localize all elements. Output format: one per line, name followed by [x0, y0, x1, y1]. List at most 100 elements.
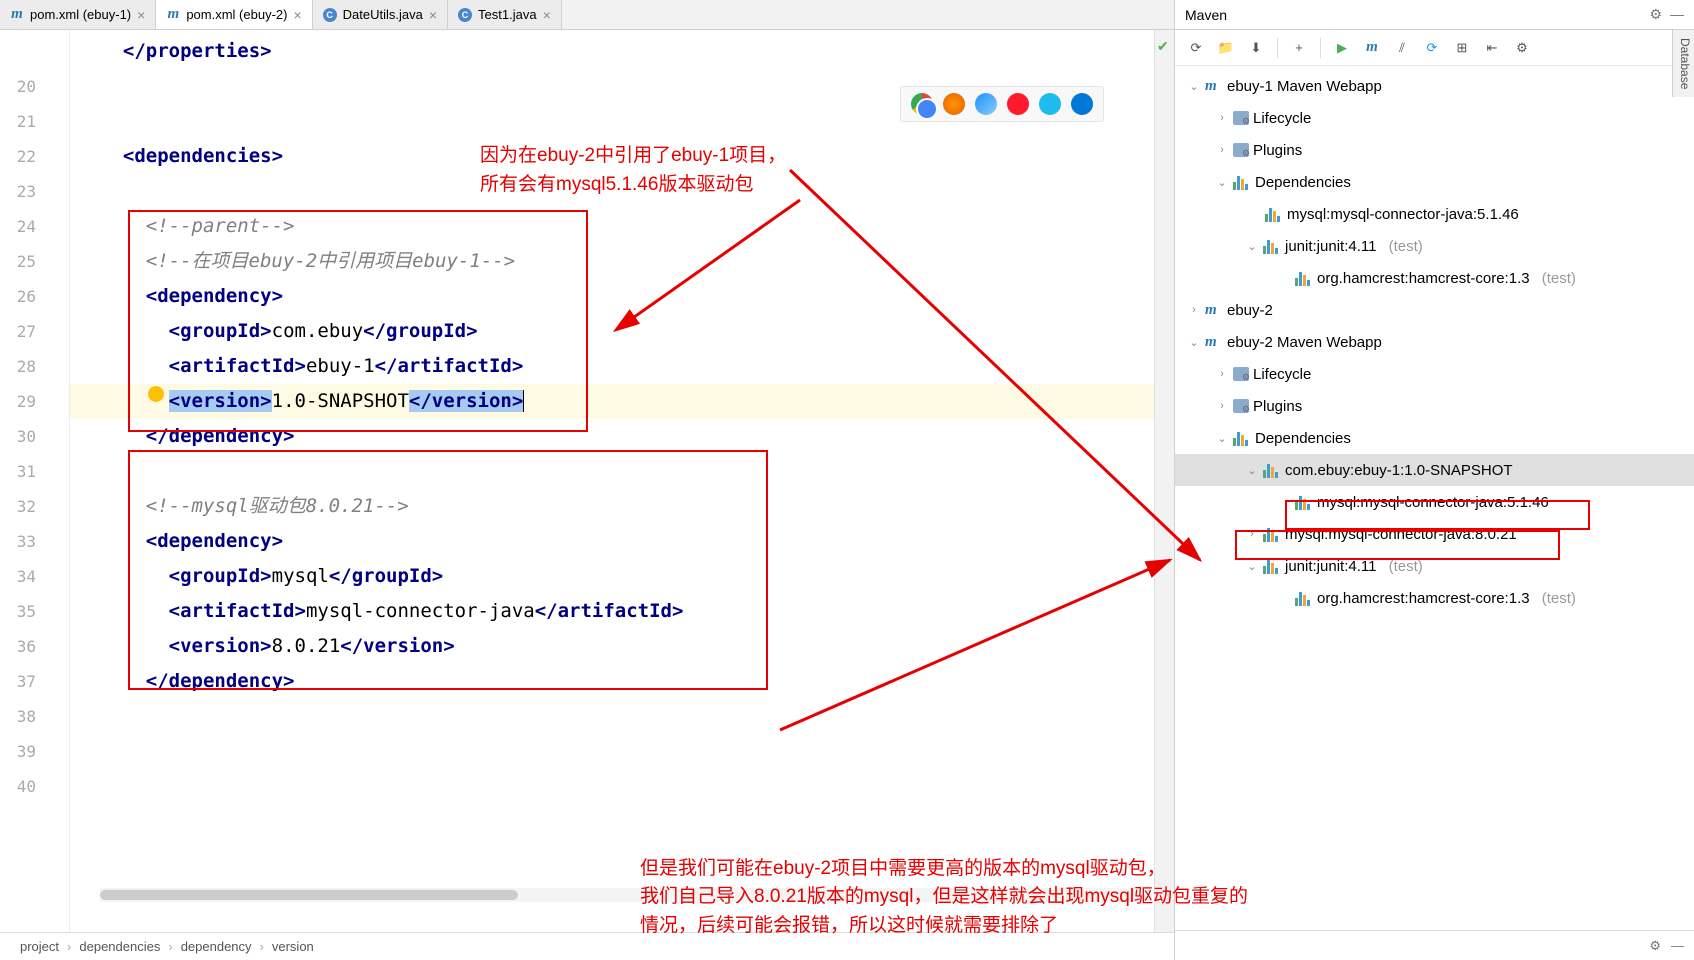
- tree-label: mysql:mysql-connector-java:5.1.46: [1287, 206, 1519, 223]
- folder-icon: [1233, 111, 1249, 125]
- annotation-text: 但是我们可能在ebuy-2项目中需要更高的版本的mysql驱动包， 我们自己导入…: [640, 855, 1248, 941]
- panel-title: Maven: [1185, 7, 1227, 23]
- breadcrumb-item[interactable]: version: [272, 939, 314, 954]
- tree-label: Plugins: [1253, 142, 1302, 159]
- annotation-box: [128, 210, 588, 432]
- tree-label: ebuy-2 Maven Webapp: [1227, 334, 1382, 351]
- close-icon[interactable]: ×: [543, 7, 551, 23]
- maven-tree[interactable]: ⌄mebuy-1 Maven Webapp ›Lifecycle ›Plugin…: [1175, 66, 1694, 930]
- annotation-box: [128, 450, 768, 690]
- tree-node-project[interactable]: ⌄mebuy-1 Maven Webapp: [1175, 70, 1694, 102]
- add-project-icon[interactable]: 📁: [1213, 35, 1239, 61]
- tree-label: junit:junit:4.11: [1285, 238, 1376, 255]
- xml-tag: >: [272, 145, 283, 167]
- download-icon[interactable]: ⬇: [1243, 35, 1269, 61]
- tree-node-project[interactable]: ⌄mebuy-2 Maven Webapp: [1175, 326, 1694, 358]
- line-gutter: 2021222324252627282930313233343536373839…: [0, 30, 50, 932]
- inspection-ok-icon: ✔: [1157, 38, 1169, 55]
- close-icon[interactable]: ×: [293, 7, 301, 23]
- tree-node-dependencies[interactable]: ⌄Dependencies: [1175, 422, 1694, 454]
- dependency-icon: [1263, 462, 1281, 478]
- safari-icon[interactable]: [975, 93, 997, 115]
- maven-toolbar: ⟳ 📁 ⬇ + ▶ m ⫽ ⟳ ⊞ ⇤ ⚙: [1175, 30, 1694, 66]
- tree-node-plugins[interactable]: ›Plugins: [1175, 390, 1694, 422]
- dependency-icon: [1295, 270, 1313, 286]
- database-tool-tab[interactable]: Database: [1672, 30, 1694, 97]
- tab-pom-ebuy1[interactable]: m pom.xml (ebuy-1) ×: [0, 0, 156, 29]
- tree-label: Dependencies: [1255, 174, 1351, 191]
- tree-node-dependency[interactable]: mysql:mysql-connector-java:5.1.46: [1175, 198, 1694, 230]
- run-icon[interactable]: ▶: [1329, 35, 1355, 61]
- maven-file-icon: m: [166, 8, 180, 22]
- tree-node-dependencies[interactable]: ⌄Dependencies: [1175, 166, 1694, 198]
- tree-label: org.hamcrest:hamcrest-core:1.3: [1317, 590, 1530, 607]
- java-class-icon: C: [458, 8, 472, 22]
- scope-label: (test): [1542, 270, 1576, 287]
- tree-node-plugins[interactable]: ›Plugins: [1175, 134, 1694, 166]
- gear-icon[interactable]: ⚙: [1649, 6, 1662, 23]
- tree-node-dependency[interactable]: org.hamcrest:hamcrest-core:1.3 (test): [1175, 262, 1694, 294]
- tab-pom-ebuy2[interactable]: m pom.xml (ebuy-2) ×: [156, 0, 312, 29]
- tree-node-lifecycle[interactable]: ›Lifecycle: [1175, 358, 1694, 390]
- diagram-icon[interactable]: ⊞: [1449, 35, 1475, 61]
- minimize-icon[interactable]: —: [1670, 6, 1684, 23]
- breadcrumb-item[interactable]: dependencies: [79, 939, 160, 954]
- firefox-icon[interactable]: [943, 93, 965, 115]
- dependencies-icon: [1233, 430, 1251, 446]
- tree-label: org.hamcrest:hamcrest-core:1.3: [1317, 270, 1530, 287]
- editor-tabs: m pom.xml (ebuy-1) × m pom.xml (ebuy-2) …: [0, 0, 1174, 30]
- editor-right-rail: ✔: [1154, 30, 1174, 932]
- scope-label: (test): [1389, 238, 1423, 255]
- tab-label: Test1.java: [478, 7, 537, 22]
- code-editor[interactable]: 2021222324252627282930313233343536373839…: [0, 30, 1174, 932]
- opera-icon[interactable]: [1007, 93, 1029, 115]
- close-icon[interactable]: ×: [429, 7, 437, 23]
- gear-icon[interactable]: ⚙: [1649, 938, 1661, 954]
- dependency-icon: [1263, 558, 1281, 574]
- tree-node-dependency[interactable]: org.hamcrest:hamcrest-core:1.3 (test): [1175, 582, 1694, 614]
- breadcrumb-item[interactable]: dependency: [181, 939, 252, 954]
- scrollbar-thumb[interactable]: [100, 890, 518, 900]
- annotation-box: [1235, 530, 1560, 560]
- plus-icon[interactable]: +: [1286, 35, 1312, 61]
- breadcrumb-item[interactable]: project: [20, 939, 59, 954]
- annotation-text: 因为在ebuy-2中引用了ebuy-1项目， 所有会有mysql5.1.46版本…: [480, 142, 786, 199]
- maven-panel: Maven ⚙ — ⟳ 📁 ⬇ + ▶ m ⫽ ⟳ ⊞ ⇤ ⚙ ⌄mebuy-1…: [1174, 0, 1694, 960]
- tree-label: Lifecycle: [1253, 366, 1311, 383]
- chrome-icon[interactable]: [911, 93, 933, 115]
- tree-label: Dependencies: [1255, 430, 1351, 447]
- xml-tag: dependencies: [134, 145, 271, 167]
- tree-label: junit:junit:4.11: [1285, 558, 1376, 575]
- tree-node-lifecycle[interactable]: ›Lifecycle: [1175, 102, 1694, 134]
- tree-node-dependency[interactable]: ⌄com.ebuy:ebuy-1:1.0-SNAPSHOT: [1175, 454, 1694, 486]
- tree-label: ebuy-2: [1227, 302, 1273, 319]
- browser-preview-icons[interactable]: [900, 86, 1104, 122]
- refresh-icon[interactable]: ⟳: [1183, 35, 1209, 61]
- annotation-box: [1285, 500, 1590, 530]
- tree-label: Lifecycle: [1253, 110, 1311, 127]
- scope-label: (test): [1542, 590, 1576, 607]
- settings-icon[interactable]: ⚙: [1509, 35, 1535, 61]
- maven-icon[interactable]: m: [1359, 35, 1385, 61]
- java-class-icon: C: [323, 8, 337, 22]
- folder-icon: [1233, 367, 1249, 381]
- dependency-icon: [1295, 590, 1313, 606]
- fold-gutter: [50, 30, 70, 932]
- tab-label: pom.xml (ebuy-2): [186, 7, 287, 22]
- ie-icon[interactable]: [1039, 93, 1061, 115]
- maven-file-icon: m: [10, 8, 24, 22]
- tree-node-dependency[interactable]: ⌄junit:junit:4.11 (test): [1175, 230, 1694, 262]
- tree-node-project[interactable]: ›mebuy-2: [1175, 294, 1694, 326]
- maven-header: Maven ⚙ —: [1175, 0, 1694, 30]
- offline-icon[interactable]: ⟳: [1419, 35, 1445, 61]
- folder-icon: [1233, 143, 1249, 157]
- tab-test1[interactable]: C Test1.java ×: [448, 0, 562, 29]
- minimize-icon[interactable]: —: [1671, 938, 1684, 953]
- dependency-icon: [1263, 238, 1281, 254]
- skip-tests-icon[interactable]: ⫽: [1389, 35, 1415, 61]
- tree-label: com.ebuy:ebuy-1:1.0-SNAPSHOT: [1285, 462, 1513, 479]
- edge-icon[interactable]: [1071, 93, 1093, 115]
- collapse-icon[interactable]: ⇤: [1479, 35, 1505, 61]
- tab-dateutils[interactable]: C DateUtils.java ×: [313, 0, 448, 29]
- close-icon[interactable]: ×: [137, 7, 145, 23]
